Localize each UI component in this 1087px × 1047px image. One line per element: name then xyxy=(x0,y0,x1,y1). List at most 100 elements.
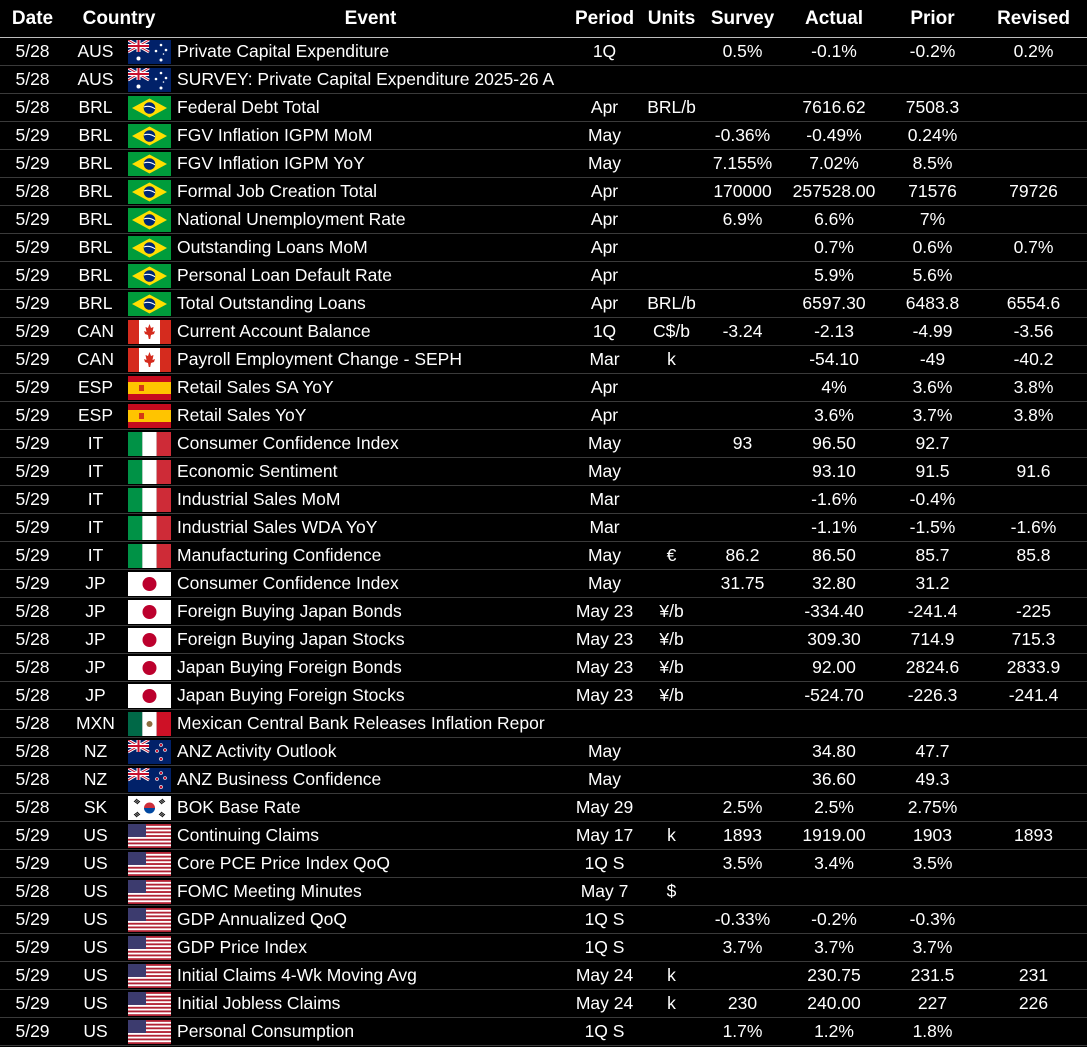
cell-event[interactable]: FGV Inflation IGPM YoY xyxy=(173,149,569,178)
table-row[interactable]: 5/28 JP Japan Buying Foreign Bonds May 23 ¥/… xyxy=(0,653,1087,682)
table-row[interactable]: 5/28 SK BOK Base Rate May 29 2.5% 2.5% 2.75% xyxy=(0,793,1087,822)
cell-actual[interactable]: -0.49% xyxy=(783,121,886,150)
cell-actual[interactable]: 6597.30 xyxy=(783,289,886,318)
table-row[interactable]: 5/29 CAN Current Account Balance 1Q C$/b -3.2… xyxy=(0,317,1087,346)
cell-units[interactable] xyxy=(641,121,703,150)
cell-event[interactable]: ANZ Business Confidence xyxy=(173,765,569,794)
cell-revised[interactable] xyxy=(980,569,1087,598)
cell-country[interactable]: US xyxy=(65,905,126,934)
cell-period[interactable]: May 23 xyxy=(568,597,642,626)
header-country[interactable]: Country xyxy=(65,0,174,38)
cell-revised[interactable]: 0.2% xyxy=(980,37,1087,66)
cell-prior[interactable]: 47.7 xyxy=(885,737,981,766)
cell-survey[interactable] xyxy=(702,737,784,766)
cell-units[interactable] xyxy=(641,569,703,598)
table-row[interactable]: 5/29 IT Manufacturing Confidence May €86.2 86… xyxy=(0,541,1087,570)
cell-survey[interactable]: 2.5% xyxy=(702,793,784,822)
cell-actual[interactable]: 3.4% xyxy=(783,849,886,878)
cell-date[interactable]: 5/29 xyxy=(0,513,65,542)
cell-units[interactable] xyxy=(641,261,703,290)
cell-units[interactable] xyxy=(641,737,703,766)
cell-actual[interactable] xyxy=(783,65,886,94)
cell-event[interactable]: GDP Price Index xyxy=(173,933,569,962)
cell-actual[interactable]: 5.9% xyxy=(783,261,886,290)
cell-actual[interactable]: 3.7% xyxy=(783,933,886,962)
cell-survey[interactable]: 1893 xyxy=(702,821,784,850)
cell-units[interactable]: ¥/b xyxy=(641,625,703,654)
cell-date[interactable]: 5/28 xyxy=(0,793,65,822)
cell-date[interactable]: 5/29 xyxy=(0,233,65,262)
cell-actual[interactable]: -1.6% xyxy=(783,485,886,514)
cell-event[interactable]: Retail Sales YoY xyxy=(173,401,569,430)
cell-country[interactable]: IT xyxy=(65,541,126,570)
cell-country[interactable]: IT xyxy=(65,485,126,514)
cell-country[interactable]: JP xyxy=(65,653,126,682)
cell-actual[interactable]: 34.80 xyxy=(783,737,886,766)
cell-event[interactable]: Mexican Central Bank Releases Inflation … xyxy=(173,709,569,738)
cell-survey[interactable] xyxy=(702,625,784,654)
cell-date[interactable]: 5/28 xyxy=(0,681,65,710)
cell-units[interactable] xyxy=(641,709,703,738)
cell-units[interactable] xyxy=(641,37,703,66)
cell-country[interactable]: ESP xyxy=(65,401,126,430)
cell-survey[interactable]: 3.7% xyxy=(702,933,784,962)
cell-units[interactable] xyxy=(641,149,703,178)
cell-prior[interactable]: 1903 xyxy=(885,821,981,850)
cell-revised[interactable] xyxy=(980,849,1087,878)
cell-prior[interactable]: 31.2 xyxy=(885,569,981,598)
cell-prior[interactable]: 227 xyxy=(885,989,981,1018)
cell-revised[interactable] xyxy=(980,793,1087,822)
cell-period[interactable]: Mar xyxy=(568,345,642,374)
cell-country[interactable]: BRL xyxy=(65,233,126,262)
cell-units[interactable] xyxy=(641,849,703,878)
cell-country[interactable]: US xyxy=(65,961,126,990)
table-row[interactable]: 5/29 US GDP Annualized QoQ 1Q S -0.33% -0.2% -… xyxy=(0,905,1087,934)
cell-country[interactable]: BRL xyxy=(65,121,126,150)
cell-country[interactable]: AUS xyxy=(65,65,126,94)
cell-date[interactable]: 5/29 xyxy=(0,541,65,570)
cell-event[interactable]: National Unemployment Rate xyxy=(173,205,569,234)
cell-date[interactable]: 5/28 xyxy=(0,625,65,654)
cell-country[interactable]: NZ xyxy=(65,765,126,794)
cell-actual[interactable] xyxy=(783,709,886,738)
cell-prior[interactable]: 5.6% xyxy=(885,261,981,290)
cell-prior[interactable]: 7% xyxy=(885,205,981,234)
cell-period[interactable]: May xyxy=(568,569,642,598)
cell-revised[interactable]: 91.6 xyxy=(980,457,1087,486)
cell-date[interactable]: 5/29 xyxy=(0,821,65,850)
cell-period[interactable]: Apr xyxy=(568,261,642,290)
cell-country[interactable]: JP xyxy=(65,681,126,710)
cell-revised[interactable] xyxy=(980,1017,1087,1046)
cell-event[interactable]: Economic Sentiment xyxy=(173,457,569,486)
cell-country[interactable]: US xyxy=(65,989,126,1018)
cell-country[interactable]: US xyxy=(65,933,126,962)
cell-actual[interactable]: 2.5% xyxy=(783,793,886,822)
cell-period[interactable]: Mar xyxy=(568,485,642,514)
table-row[interactable]: 5/29 ESP Retail Sales YoY Apr 3.6% 3.7% 3.8% xyxy=(0,401,1087,430)
cell-prior[interactable]: -241.4 xyxy=(885,597,981,626)
cell-event[interactable]: Total Outstanding Loans xyxy=(173,289,569,318)
cell-units[interactable] xyxy=(641,177,703,206)
cell-event[interactable]: SURVEY: Private Capital Expenditure 2025… xyxy=(173,65,569,94)
cell-survey[interactable] xyxy=(702,345,784,374)
header-prior[interactable]: Prior xyxy=(885,0,981,38)
cell-survey[interactable] xyxy=(702,765,784,794)
cell-prior[interactable]: -49 xyxy=(885,345,981,374)
cell-revised[interactable]: -241.4 xyxy=(980,681,1087,710)
cell-actual[interactable]: 32.80 xyxy=(783,569,886,598)
cell-actual[interactable]: -1.1% xyxy=(783,513,886,542)
cell-period[interactable]: Apr xyxy=(568,373,642,402)
header-date[interactable]: Date xyxy=(0,0,65,38)
cell-survey[interactable] xyxy=(702,485,784,514)
cell-survey[interactable] xyxy=(702,597,784,626)
cell-prior[interactable]: 8.5% xyxy=(885,149,981,178)
cell-prior[interactable]: 3.6% xyxy=(885,373,981,402)
cell-survey[interactable] xyxy=(702,877,784,906)
table-row[interactable]: 5/29 US Personal Consumption 1Q S 1.7% 1.2% 1.… xyxy=(0,1017,1087,1046)
cell-units[interactable]: k xyxy=(641,961,703,990)
cell-units[interactable]: € xyxy=(641,541,703,570)
cell-period[interactable]: May 17 xyxy=(568,821,642,850)
cell-event[interactable]: Personal Consumption xyxy=(173,1017,569,1046)
cell-revised[interactable] xyxy=(980,765,1087,794)
cell-prior[interactable] xyxy=(885,709,981,738)
